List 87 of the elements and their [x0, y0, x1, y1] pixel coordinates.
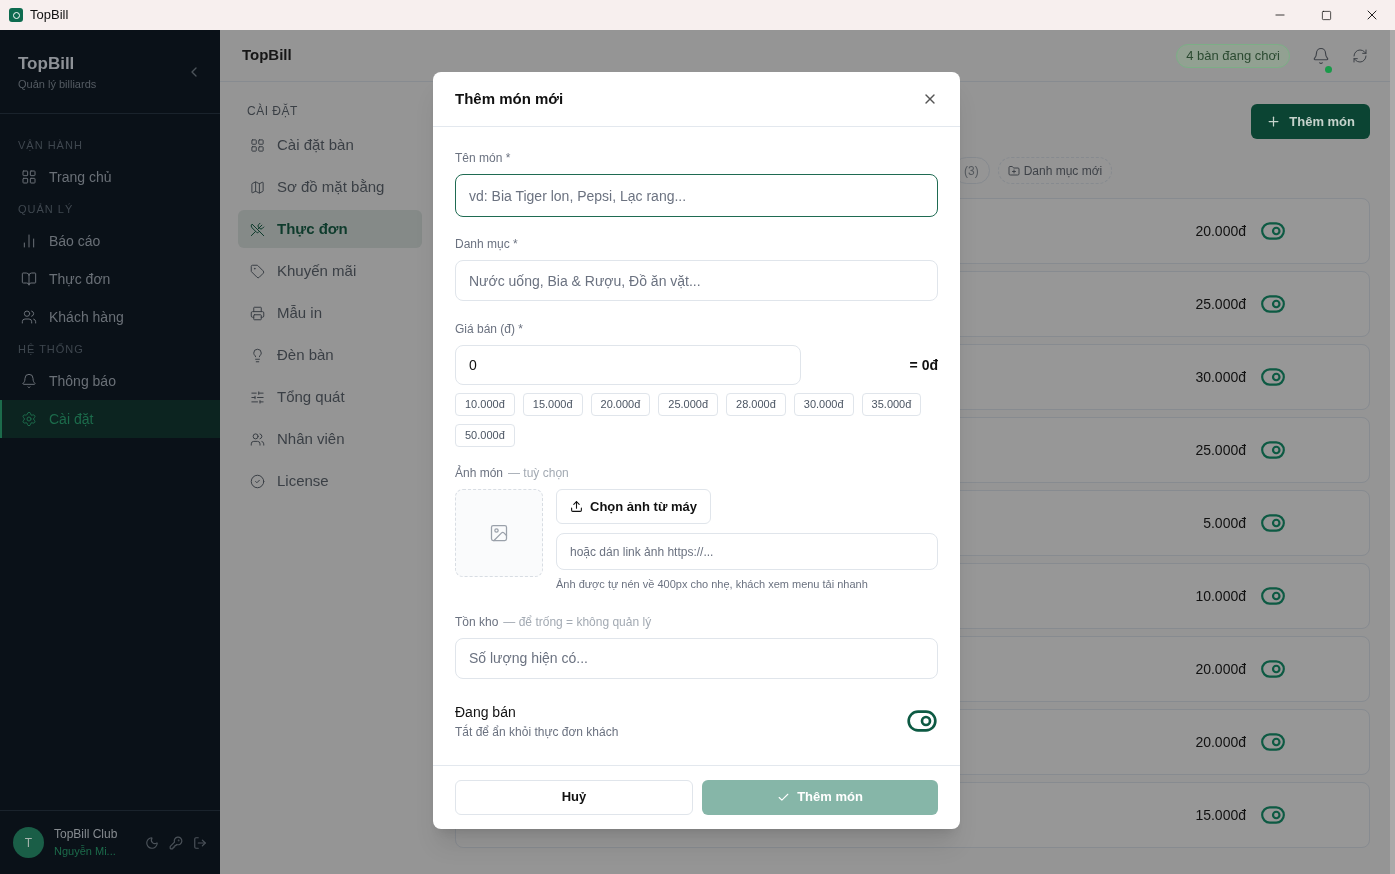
maximize-icon — [1320, 9, 1332, 21]
price-preset-chip[interactable]: 10.000đ — [455, 393, 515, 416]
upload-icon — [570, 500, 583, 513]
price-preset-chip[interactable]: 25.000đ — [658, 393, 719, 416]
lightbulb-icon — [250, 347, 265, 363]
settings-icon — [21, 411, 37, 427]
on-sale-description: Tắt để ẩn khỏi thực đơn khách — [455, 723, 619, 741]
item-name-field[interactable]: vd: Bia Tiger lon, Pepsi, Lạc rang... — [455, 174, 938, 217]
bell-icon[interactable] — [1312, 46, 1330, 65]
add-item-button[interactable]: Thêm món — [1251, 104, 1370, 139]
item-price: 20.000đ — [1195, 659, 1246, 679]
nav-item[interactable]: Thông báo — [0, 362, 220, 400]
user-avatar: T — [13, 827, 44, 858]
bell-icon — [21, 373, 37, 389]
item-price: 20.000đ — [1195, 732, 1246, 752]
user-name: Nguyễn Mi... — [54, 844, 117, 860]
field-label: Tên món * — [455, 150, 512, 167]
item-price: 15.000đ — [1195, 805, 1246, 825]
price-preset-chip[interactable]: 30.000đ — [793, 393, 854, 416]
settings-nav-item[interactable]: License — [238, 462, 422, 500]
brand-name: TopBill — [18, 52, 76, 75]
utensils-icon — [250, 221, 265, 237]
settings-nav-item[interactable]: Thực đơn — [238, 210, 422, 248]
folder-plus-icon — [1007, 164, 1020, 177]
price-preset-chip[interactable]: 28.000đ — [726, 393, 786, 416]
item-price: 30.000đ — [1195, 367, 1246, 387]
item-price: 25.000đ — [1195, 440, 1246, 460]
image-url-field[interactable]: hoặc dán link ảnh https://... — [556, 533, 938, 570]
club-name: TopBill Club — [54, 826, 118, 844]
field-label: Giá bán (đ) * — [455, 321, 525, 338]
grid-icon — [21, 169, 37, 185]
plus-icon — [1266, 114, 1282, 129]
moon-icon[interactable] — [145, 835, 159, 850]
logout-icon[interactable] — [193, 835, 207, 850]
users-icon — [21, 309, 37, 325]
item-price: 10.000đ — [1195, 586, 1246, 606]
field-label: Tồn kho — [455, 613, 499, 631]
price-preset-chip[interactable]: 20.000đ — [590, 393, 651, 416]
app-logo-icon — [9, 8, 23, 22]
tables-playing-badge: 4 bàn đang chơi — [1176, 43, 1290, 68]
window-title: TopBill — [30, 6, 69, 25]
nav-item[interactable]: Thực đơn — [0, 260, 220, 298]
map-icon — [250, 179, 265, 195]
settings-nav-item[interactable]: Tổng quát — [238, 378, 422, 416]
refresh-icon[interactable] — [1352, 47, 1368, 64]
settings-nav-item[interactable]: Khuyến mãi — [238, 252, 422, 290]
settings-nav-item[interactable]: Nhân viên — [238, 420, 422, 458]
price-total: = 0đ — [909, 355, 938, 375]
sliders-icon — [250, 389, 265, 405]
item-price: 5.000đ — [1203, 513, 1246, 533]
nav-item[interactable]: Cài đặt — [0, 400, 220, 438]
field-label: Ảnh món — [455, 464, 504, 482]
item-price: 20.000đ — [1195, 221, 1246, 241]
users-icon — [250, 431, 265, 447]
upload-button[interactable]: Chọn ảnh từ máy — [556, 489, 711, 524]
price-preset-chip[interactable]: 35.000đ — [861, 393, 922, 416]
cancel-button[interactable]: Huỷ — [455, 779, 693, 815]
field-hint: — tuỳ chọn — [508, 465, 569, 482]
price-field[interactable]: 0 — [455, 345, 801, 385]
image-icon — [489, 523, 509, 543]
field-label: Danh mục * — [455, 236, 519, 253]
book-icon — [21, 271, 37, 287]
page-title: TopBill — [242, 45, 292, 66]
nav-item[interactable]: Khách hàng — [0, 298, 220, 336]
image-note: Ảnh được tự nén về 400px cho nhẹ, khách xem menu tải nhanh — [556, 577, 869, 592]
stock-field[interactable]: Số lượng hiện có... — [455, 637, 938, 679]
settings-nav-item[interactable]: Sơ đồ mặt bằng — [238, 168, 422, 206]
price-preset-chip[interactable]: 15.000đ — [522, 393, 583, 416]
settings-nav-item[interactable]: Cài đặt bàn — [238, 126, 422, 164]
dialog-title: Thêm món mới — [455, 88, 564, 109]
tag-icon — [250, 263, 265, 279]
category-field[interactable]: Nước uống, Bia & Rượu, Đồ ăn vặt... — [455, 260, 938, 301]
settings-nav-item[interactable]: Mẫu in — [238, 294, 422, 332]
grid-icon — [250, 137, 265, 153]
key-icon[interactable] — [169, 835, 183, 850]
bar-chart-icon — [21, 233, 37, 249]
printer-icon — [250, 305, 265, 321]
check-circle-icon — [250, 473, 265, 489]
field-hint: — để trống = không quản lý — [503, 613, 652, 631]
nav-item[interactable]: Trang chủ — [0, 158, 220, 196]
brand-subtitle: Quản lý billiards — [18, 77, 97, 92]
settings-nav-item[interactable]: Đèn bàn — [238, 336, 422, 374]
nav-item[interactable]: Báo cáo — [0, 222, 220, 260]
on-sale-label: Đang bán — [455, 702, 517, 722]
settings-heading: CÀI ĐẶT — [246, 102, 299, 120]
price-preset-chip[interactable]: 50.000đ — [455, 424, 515, 447]
item-price: 25.000đ — [1195, 294, 1246, 314]
